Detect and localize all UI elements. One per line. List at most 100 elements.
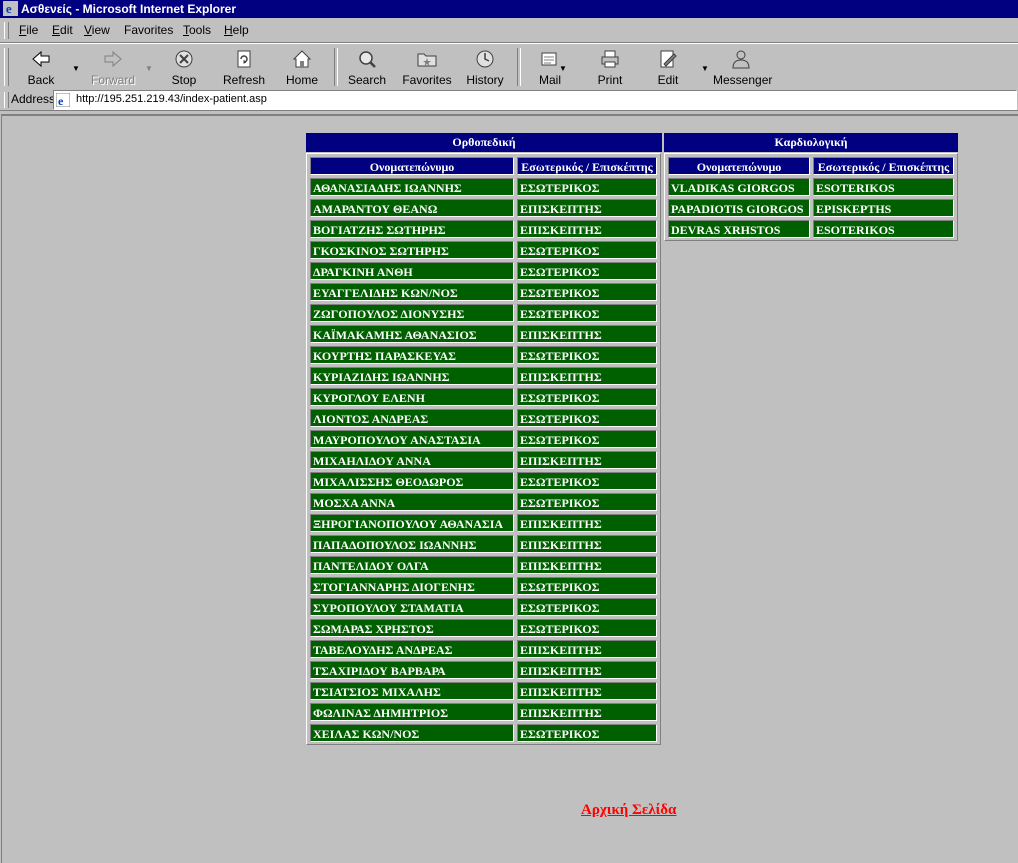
forward-arrow-icon	[104, 50, 122, 68]
search-icon	[359, 51, 376, 68]
history-clock-icon	[476, 50, 494, 68]
cardiology-table: Ονοματεπώνυμο Εσωτερικός / Επισκέπτης VL…	[664, 153, 958, 241]
address-bar: Address e http://195.251.219.43/index-pa…	[0, 90, 1018, 111]
patient-name-cell: ΞΗΡΟΓΙΑΝΟΠΟΥΛΟΥ ΑΘΑΝΑΣΙΑ	[310, 514, 514, 532]
patient-name-cell: ΖΩΓΟΠΟΥΛΟΣ ΔΙΟΝΥΣΗΣ	[310, 304, 514, 322]
back-dropdown-icon[interactable]: ▼	[72, 64, 80, 73]
patient-name-cell: ΔΡΑΓΚΙΝΗ ΑΝΘΗ	[310, 262, 514, 280]
patient-type-cell: ΕΠΙΣΚΕΠΤΗΣ	[517, 199, 657, 217]
messenger-button[interactable]: Messenger	[713, 46, 772, 88]
dept-orthopedic-header: Ορθοπεδική	[306, 133, 662, 152]
patient-name-cell: ΣΥΡΟΠΟΥΛΟΥ ΣΤΑΜΑΤΙΑ	[310, 598, 514, 616]
home-page-link[interactable]: Αρχική Σελίδα	[581, 802, 676, 819]
menu-help[interactable]: Help	[224, 23, 249, 37]
patient-type-cell: ΕΠΙΣΚΕΠΤΗΣ	[517, 682, 657, 700]
edit-page-icon	[660, 50, 677, 68]
patient-type-cell: ΕΠΙΣΚΕΠΤΗΣ	[517, 661, 657, 679]
patient-type-cell: ΕΠΙΣΚΕΠΤΗΣ	[517, 556, 657, 574]
address-input[interactable]: e http://195.251.219.43/index-patient.as…	[53, 90, 1017, 110]
orthopedic-table: Ονοματεπώνυμο Εσωτερικός / Επισκέπτης ΑΘ…	[306, 153, 661, 745]
menu-file[interactable]: File	[19, 23, 38, 37]
print-button[interactable]: Print	[592, 46, 628, 88]
messenger-person-icon	[732, 50, 750, 69]
favorites-folder-icon	[417, 53, 437, 67]
patient-type-cell: ΕΣΩΤΕΡΙΚΟΣ	[517, 304, 657, 322]
history-button[interactable]: History	[465, 46, 505, 88]
patient-type-cell: ΕΠΙΣΚΕΠΤΗΣ	[517, 325, 657, 343]
home-icon	[292, 50, 312, 68]
dept-cardiology-header: Καρδιολογική	[664, 133, 958, 152]
patient-name-cell: ΑΘΑΝΑΣΙΑΔΗΣ ΙΩΑΝΝΗΣ	[310, 178, 514, 196]
patient-type-cell: ΕΣΩΤΕΡΙΚΟΣ	[517, 346, 657, 364]
patient-name-cell: ΚΟΥΡΤΗΣ ΠΑΡΑΣΚΕΥΑΣ	[310, 346, 514, 364]
patient-name-cell: ΛΙΟΝΤΟΣ ΑΝΔΡΕΑΣ	[310, 409, 514, 427]
patient-name-cell: ΕΥΑΓΓΕΛΙΔΗΣ ΚΩΝ/ΝΟΣ	[310, 283, 514, 301]
patient-type-cell: ESOTERIKOS	[813, 178, 954, 196]
patient-type-cell: ΕΣΩΤΕΡΙΚΟΣ	[517, 241, 657, 259]
patient-type-cell: ΕΣΩΤΕΡΙΚΟΣ	[517, 283, 657, 301]
window-title: Ασθενείς - Microsoft Internet Explorer	[21, 2, 237, 16]
stop-button[interactable]: Stop	[165, 46, 203, 88]
svg-text:e: e	[6, 1, 12, 16]
patient-type-cell: ΕΠΙΣΚΕΠΤΗΣ	[517, 451, 657, 469]
stop-icon	[175, 50, 193, 68]
address-label: Address	[11, 92, 56, 106]
edit-dropdown-icon[interactable]: ▼	[701, 64, 709, 73]
menu-favorites[interactable]: Favorites	[124, 23, 173, 37]
col-header-name: Ονοματεπώνυμο	[668, 157, 810, 175]
patient-name-cell: PAPADIOTIS GIORGOS	[668, 199, 810, 217]
ie-logo-icon: e	[3, 1, 18, 16]
patient-type-cell: ΕΣΩΤΕΡΙΚΟΣ	[517, 262, 657, 280]
patient-name-cell: ΚΑΪΜΑΚΑΜΗΣ ΑΘΑΝΑΣΙΟΣ	[310, 325, 514, 343]
page-ie-icon: e	[56, 93, 70, 107]
menu-view[interactable]: View	[84, 23, 110, 37]
home-button[interactable]: Home	[284, 46, 320, 88]
patient-name-cell: ΧΕΙΛΑΣ ΚΩΝ/ΝΟΣ	[310, 724, 514, 742]
standard-toolbar: Back ▼ Forward ▼ Stop Refresh Home Searc…	[0, 43, 1018, 91]
favorites-button[interactable]: Favorites	[402, 46, 452, 88]
address-grip[interactable]	[4, 92, 9, 108]
patient-name-cell: ΜΑΥΡΟΠΟΥΛΟΥ ΑΝΑΣΤΑΣΙΑ	[310, 430, 514, 448]
back-arrow-icon	[32, 50, 50, 68]
patient-name-cell: ΚΥΡΟΓΛΟΥ ΕΛΕΝΗ	[310, 388, 514, 406]
patient-name-cell: ΚΥΡΙΑΖΙΔΗΣ ΙΩΑΝΝΗΣ	[310, 367, 514, 385]
toolbar-separator	[334, 48, 338, 86]
col-header-name: Ονοματεπώνυμο	[310, 157, 514, 175]
patient-name-cell: ΓΚΟΣΚΙΝΟΣ ΣΩΤΗΡΗΣ	[310, 241, 514, 259]
patient-name-cell: ΦΩΛΙΝΑΣ ΔΗΜΗΤΡΙΟΣ	[310, 703, 514, 721]
col-header-type: Εσωτερικός / Επισκέπτης	[517, 157, 657, 175]
menu-grip[interactable]	[4, 22, 9, 39]
patient-type-cell: ΕΣΩΤΕΡΙΚΟΣ	[517, 598, 657, 616]
menu-tools[interactable]: Tools	[183, 23, 211, 37]
window-title-bar[interactable]: e Ασθενείς - Microsoft Internet Explorer	[0, 0, 1018, 18]
patient-name-cell: ΣΤΟΓΙΑΝΝΑΡΗΣ ΔΙΟΓΕΝΗΣ	[310, 577, 514, 595]
address-url: http://195.251.219.43/index-patient.asp	[76, 93, 267, 105]
menu-favorites-label: Favorites	[124, 23, 174, 37]
patient-name-cell: ΠΑΝΤΕΛΙΔΟΥ ΟΛΓΑ	[310, 556, 514, 574]
refresh-button[interactable]: Refresh	[222, 46, 266, 88]
patient-name-cell: ΜΟΣΧΑ ΑΝΝΑ	[310, 493, 514, 511]
menu-bar: File Edit View Favorites Tools Help	[0, 19, 1018, 43]
menu-edit[interactable]: Edit	[52, 23, 73, 37]
patient-name-cell: DEVRAS XRHSTOS	[668, 220, 810, 238]
edit-button[interactable]: Edit	[651, 46, 685, 88]
mail-dropdown-icon[interactable]: ▼	[559, 64, 567, 73]
toolbar-grip[interactable]	[4, 48, 9, 86]
patient-name-cell: ΤΣΙΑΤΣΙΟΣ ΜΙΧΑΛΗΣ	[310, 682, 514, 700]
back-button[interactable]: Back	[22, 46, 60, 88]
refresh-icon	[237, 50, 251, 68]
svg-text:e: e	[58, 94, 64, 107]
toolbar-separator	[517, 48, 521, 86]
forward-button[interactable]: Forward	[90, 46, 136, 88]
col-header-type: Εσωτερικός / Επισκέπτης	[813, 157, 954, 175]
patient-type-cell: ΕΠΙΣΚΕΠΤΗΣ	[517, 367, 657, 385]
patient-type-cell: ΕΠΙΣΚΕΠΤΗΣ	[517, 514, 657, 532]
patient-type-cell: ΕΣΩΤΕΡΙΚΟΣ	[517, 493, 657, 511]
patient-type-cell: ΕΠΙΣΚΕΠΤΗΣ	[517, 535, 657, 553]
patient-type-cell: ΕΣΩΤΕΡΙΚΟΣ	[517, 388, 657, 406]
patient-name-cell: ΒΟΓΙΑΤΖΗΣ ΣΩΤΗΡΗΣ	[310, 220, 514, 238]
forward-dropdown-icon[interactable]: ▼	[145, 64, 153, 73]
patient-type-cell: ΕΣΩΤΕΡΙΚΟΣ	[517, 472, 657, 490]
search-button[interactable]: Search	[346, 46, 388, 88]
mail-icon	[541, 52, 557, 66]
